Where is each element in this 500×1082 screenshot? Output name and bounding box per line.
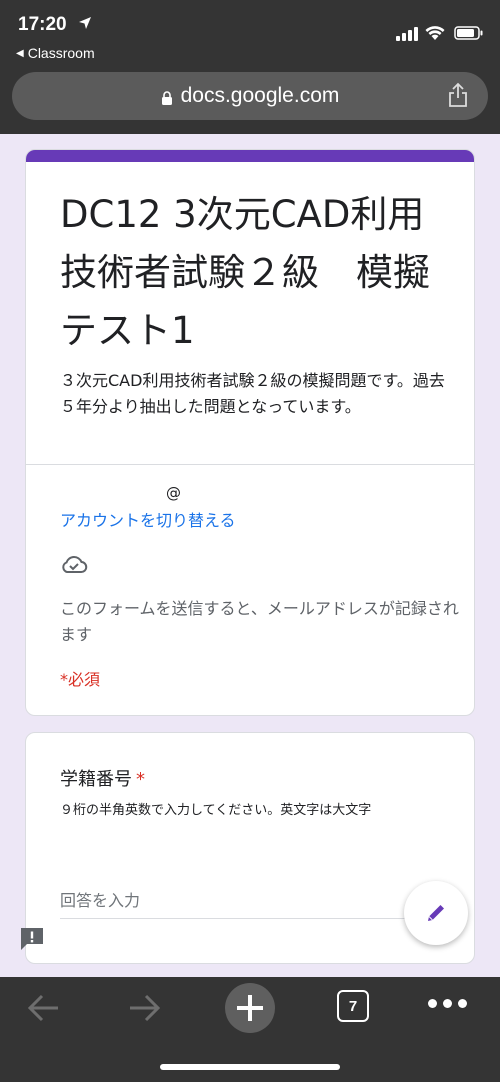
new-tab-button[interactable] [225, 983, 275, 1033]
top-bar: 17:20 ◀ Classroom docs.google.com [0, 0, 500, 134]
home-indicator [160, 1064, 340, 1070]
switch-account-link[interactable]: アカウントを切り替える [60, 507, 236, 531]
location-arrow-icon [79, 17, 91, 29]
form-title: DC12 3次元CAD利用技術者試験２級 模擬テスト1 [60, 193, 430, 352]
card-accent-bar [26, 150, 474, 162]
cloud-check-icon [62, 556, 88, 573]
tab-switcher-button[interactable]: 7 [337, 990, 369, 1022]
back-to-app-link[interactable]: ◀ Classroom [16, 45, 95, 61]
address-bar[interactable]: docs.google.com [12, 72, 488, 120]
wifi-icon [425, 26, 445, 40]
lock-icon [161, 91, 172, 105]
required-note: *必須 [60, 670, 101, 689]
cellular-signal-icon [396, 27, 418, 41]
plus-icon [237, 995, 263, 1021]
required-asterisk: * [136, 769, 145, 790]
answer-input[interactable] [60, 883, 410, 919]
question-help-text: ９桁の半角英数で入力してください。英文字は大文字 [60, 803, 372, 818]
back-app-label: Classroom [27, 45, 95, 61]
question-title: 学籍番号 * [60, 765, 145, 791]
browser-toolbar: 7 [0, 977, 500, 1082]
edit-fab-button[interactable] [404, 881, 468, 945]
forward-arrow-icon[interactable] [128, 993, 162, 1023]
form-description: ３次元CAD利用技術者試験２級の模擬問題です。過去５年分より抽出した問題となって… [60, 371, 445, 416]
question-title-text: 学籍番号 [60, 769, 132, 790]
status-time: 17:20 [18, 14, 67, 35]
email-collection-notice: このフォームを送信すると、メールアドレスが記録されます [60, 599, 459, 644]
back-arrow-icon[interactable] [26, 993, 60, 1023]
form-header-card: DC12 3次元CAD利用技術者試験２級 模擬テスト1 ３次元CAD利用技術者試… [25, 149, 475, 716]
report-abuse-icon[interactable] [18, 925, 46, 953]
divider [26, 464, 474, 465]
share-icon[interactable] [448, 82, 468, 108]
url-text: docs.google.com [180, 84, 340, 107]
back-triangle-icon: ◀ [16, 47, 24, 59]
battery-icon [454, 26, 483, 40]
more-menu-button[interactable] [428, 999, 467, 1008]
account-email: @ [166, 484, 181, 502]
pencil-icon [428, 905, 444, 921]
